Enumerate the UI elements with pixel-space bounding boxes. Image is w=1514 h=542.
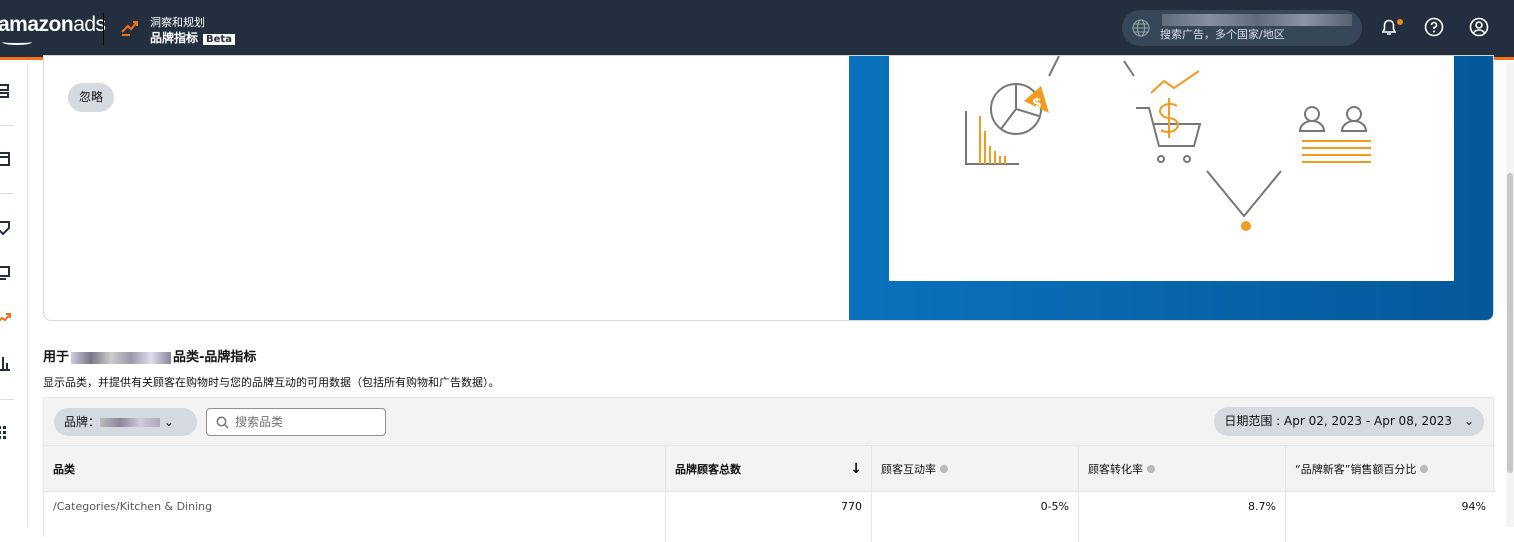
cell-engagement: 0-5%	[872, 492, 1079, 542]
chevron-down-icon: ⌄	[163, 415, 174, 429]
left-sidebar	[0, 63, 28, 527]
account-name-redacted	[1162, 14, 1352, 26]
promo-illustration: $	[889, 56, 1454, 281]
brand-dropdown[interactable]: 品牌： ⌄	[54, 408, 197, 436]
section-description: 显示品类，并提供有关顾客在购物时与您的品牌互动的可用数据（包括所有购物和广告数据…	[43, 376, 500, 389]
svg-text:$: $	[1032, 96, 1042, 112]
category-path: /Categories/Kitchen & Dining	[53, 500, 213, 513]
beta-badge: Beta	[203, 34, 235, 45]
scrollbar-thumb[interactable]	[1507, 173, 1513, 473]
apps-grid-icon[interactable]	[0, 424, 12, 440]
col-ntb-sales[interactable]: “品牌新客”销售额百分比	[1286, 446, 1495, 492]
header-label: 品类	[53, 463, 75, 476]
cell-category[interactable]: /Categories/Kitchen & Dining	[44, 492, 666, 542]
header-label: 品牌顾客总数	[675, 463, 741, 476]
date-range-label: 日期范围 : Apr 02, 2023 - Apr 08, 2023	[1224, 414, 1452, 428]
bar-chart-icon[interactable]	[0, 355, 12, 371]
account-icon[interactable]	[1469, 17, 1489, 37]
info-icon[interactable]	[1147, 465, 1155, 473]
info-icon[interactable]	[940, 465, 948, 473]
promo-illustration-panel: $	[849, 56, 1493, 320]
date-range-dropdown[interactable]: 日期范围 : Apr 02, 2023 - Apr 08, 2023 ⌄	[1214, 407, 1484, 436]
info-icon[interactable]	[1420, 465, 1429, 473]
page-scrollbar[interactable]	[1506, 63, 1514, 527]
help-icon[interactable]	[1424, 17, 1444, 37]
chevron-down-icon: ⌄	[1463, 414, 1474, 428]
col-conversion-rate[interactable]: 顾客转化率	[1079, 446, 1286, 492]
cell-ntb: 94%	[1461, 500, 1486, 513]
table-header: 品类 品牌顾客总数 ↓ 顾客互动率 顾客转化率 “品牌新客”销售额百分比	[44, 445, 1495, 492]
table-row: /Categories/Kitchen & Dining 770 0-5% 8.…	[44, 491, 1495, 542]
promo-card: 忽略 $	[43, 55, 1494, 321]
app-name: 品牌指标 Beta	[150, 29, 235, 46]
brand-label: 品牌：	[64, 415, 101, 429]
cell-total: 770	[666, 492, 872, 542]
app-name-text: 品牌指标	[150, 31, 199, 45]
shield-icon[interactable]	[0, 220, 12, 236]
redacted-brand	[100, 418, 161, 427]
trend-icon[interactable]	[0, 310, 12, 326]
section-title: 用于 品类-品牌指标	[43, 346, 256, 365]
bell-icon[interactable]	[1380, 17, 1398, 37]
app-section[interactable]: 洞察和规划	[150, 14, 205, 30]
title-suffix: 品类-品牌指标	[173, 350, 257, 365]
col-category[interactable]: 品类	[44, 446, 666, 492]
search-placeholder: 搜索广告，多个国家/地区	[1160, 28, 1285, 41]
header-label: 顾客互动率	[881, 463, 936, 476]
header-label: “品牌新客”销售额百分比	[1295, 463, 1417, 476]
category-table: 品牌： ⌄ 搜索品类 日期范围 : Apr 02, 2023 - Apr 08,…	[43, 397, 1495, 542]
category-search-input[interactable]: 搜索品类	[206, 408, 386, 436]
account-search[interactable]: 搜索广告，多个国家/地区	[1122, 10, 1362, 46]
col-engagement-rate[interactable]: 顾客互动率	[872, 446, 1079, 492]
divider	[0, 399, 14, 400]
redacted-brand	[71, 351, 172, 364]
calendar-icon[interactable]	[0, 151, 12, 167]
analytics-illustration: $	[965, 56, 1371, 231]
cell-conversion: 8.7%	[1079, 492, 1286, 542]
search-icon	[216, 416, 229, 429]
header-label: 顾客转化率	[1088, 463, 1143, 476]
monitor-icon[interactable]	[0, 265, 12, 281]
search-placeholder: 搜索品类	[235, 415, 284, 429]
notification-dot	[1397, 19, 1403, 25]
divider	[0, 125, 14, 126]
sort-desc-icon: ↓	[850, 461, 862, 477]
divider	[0, 193, 14, 194]
title-prefix: 用于	[43, 350, 70, 365]
col-total-customers[interactable]: 品牌顾客总数 ↓	[666, 446, 872, 492]
top-header: amazonads 洞察和规划 品牌指标 Beta 搜索广告，多个国家/地区	[0, 0, 1514, 60]
divider	[103, 13, 104, 45]
dashboard-icon[interactable]	[0, 83, 12, 99]
ignore-button[interactable]: 忽略	[68, 83, 115, 112]
globe-icon	[1132, 19, 1150, 37]
amazon-ads-logo[interactable]: amazonads	[0, 13, 106, 45]
trend-icon	[121, 21, 138, 36]
